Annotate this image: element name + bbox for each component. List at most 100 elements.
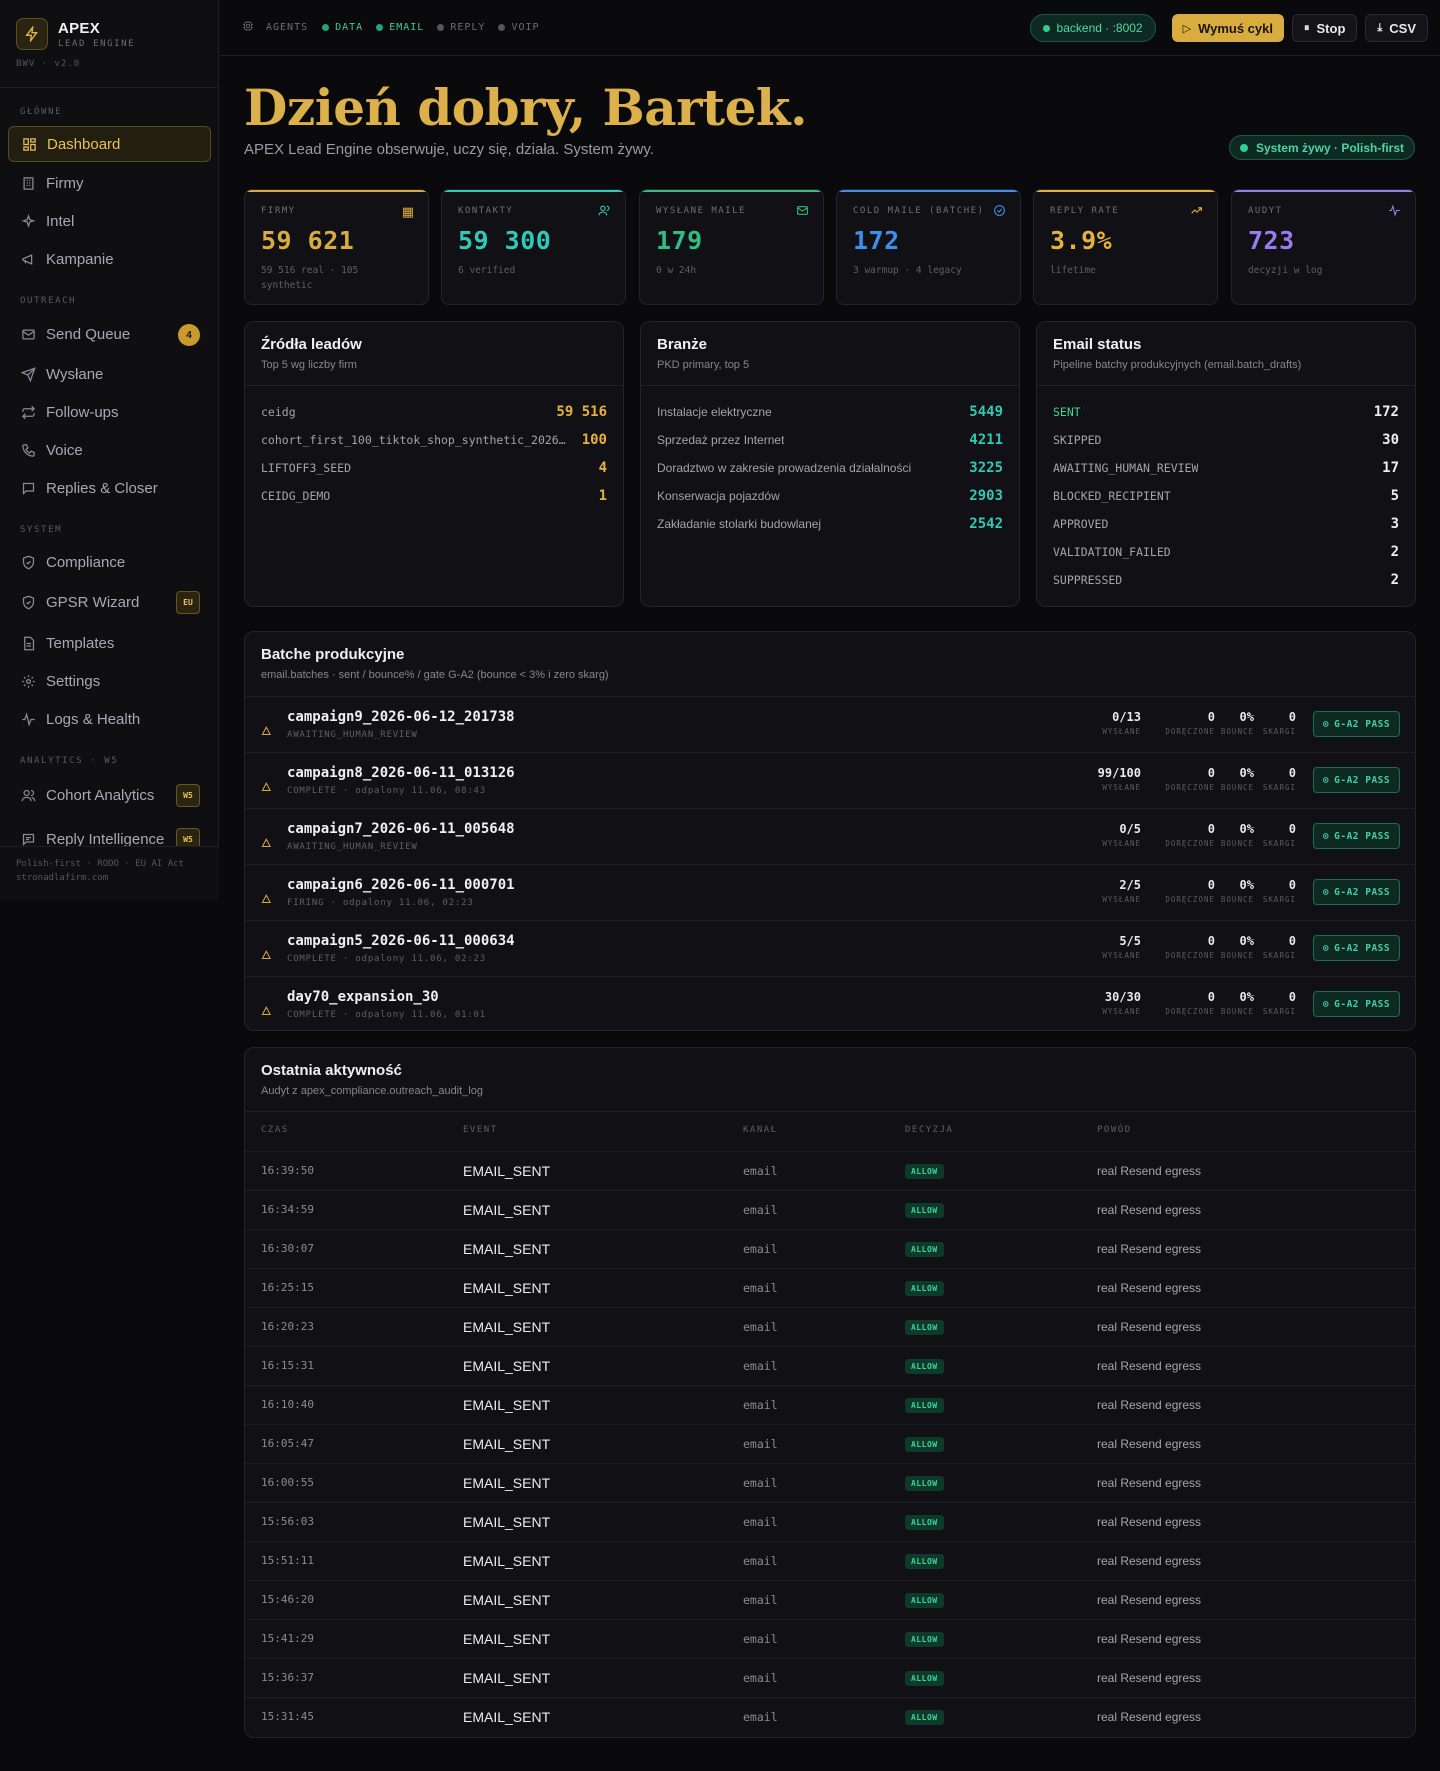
stat-bounce: 0% BOUNCE xyxy=(1220,766,1254,792)
table-row[interactable]: 🜂 campaign7_2026-06-11_005648 AWAITING_HUM… xyxy=(245,808,1415,864)
decision-badge: ALLOW xyxy=(905,1710,944,1725)
cell-reason: real Resend egress xyxy=(1097,1242,1202,1256)
table-row[interactable]: 🜂 day70_expansion_30 COMPLETE · odpalony 1… xyxy=(245,976,1415,1030)
stat-sent: 99/100 WYSŁANE xyxy=(1097,766,1141,792)
w5-tag: W5 xyxy=(176,784,200,807)
table-row: 15:51:11 EMAIL_SENT email ALLOW real Resend … xyxy=(245,1541,1415,1580)
agent-reply-status: REPLY xyxy=(437,22,485,33)
table-row[interactable]: 🜂 campaign6_2026-06-11_000701 FIRING · odp… xyxy=(245,864,1415,920)
list-item: SUPPRESSED 2 xyxy=(1053,572,1399,588)
decision-badge: ALLOW xyxy=(905,1164,944,1179)
kpi-value: 3.9% xyxy=(1050,226,1113,255)
cell-event: EMAIL_SENT xyxy=(463,1592,551,1608)
megaphone-icon xyxy=(20,251,36,267)
stat-delivered: 0 DORĘCZONE xyxy=(1165,934,1215,960)
decision-badge: ALLOW xyxy=(905,1242,944,1257)
table-row[interactable]: 🜂 campaign8_2026-06-11_013126 COMPLETE · o… xyxy=(245,752,1415,808)
sidebar-item-gpsr-wizard[interactable]: GPSR Wizard EU xyxy=(8,584,211,620)
cell-reason: real Resend egress xyxy=(1097,1398,1202,1412)
topbar: AGENTS DATA EMAIL REPLY VOIP backend · :… xyxy=(220,0,1440,56)
page-subtitle: APEX Lead Engine obserwuje, uczy się, dz… xyxy=(244,141,654,158)
sidebar-item-kampanie[interactable]: Kampanie xyxy=(8,241,211,277)
sidebar-item-wyslane[interactable]: Wysłane xyxy=(8,356,211,392)
table-row: 16:20:23 EMAIL_SENT email ALLOW real Resend … xyxy=(245,1307,1415,1346)
building-icon xyxy=(20,175,36,191)
building-icon: ▦ xyxy=(401,204,414,219)
sidebar-item-label: Follow-ups xyxy=(46,403,119,421)
sidebar-item-compliance[interactable]: Compliance xyxy=(8,544,211,580)
sidebar-item-templates[interactable]: Templates xyxy=(8,625,211,661)
system-live-badge: System żywy · Polish-first xyxy=(1228,135,1415,160)
decision-badge: ALLOW xyxy=(905,1281,944,1296)
sidebar-item-firmy[interactable]: Firmy xyxy=(8,165,211,201)
pulse-icon xyxy=(20,711,36,727)
agents-status: AGENTS DATA EMAIL REPLY VOIP xyxy=(242,20,553,35)
stat-delivered: 0 DORĘCZONE xyxy=(1165,822,1215,848)
sidebar-item-logs-health[interactable]: Logs & Health xyxy=(8,701,211,737)
table-row: 16:05:47 EMAIL_SENT email ALLOW real Resend … xyxy=(245,1424,1415,1463)
stop-button[interactable]: ⏸ Stop xyxy=(1292,14,1358,42)
check-circle-icon: ⊙ xyxy=(1322,830,1330,842)
table-row: 16:10:40 EMAIL_SENT email ALLOW real Resend … xyxy=(245,1385,1415,1424)
sidebar-item-send-queue[interactable]: Send Queue 4 xyxy=(8,316,211,352)
table-row: 15:36:37 EMAIL_SENT email ALLOW real Resend … xyxy=(245,1658,1415,1697)
sidebar-item-settings[interactable]: Settings xyxy=(8,663,211,699)
table-row[interactable]: 🜂 campaign9_2026-06-12_201738 AWAITING_HUM… xyxy=(245,696,1415,752)
kpi-card-cold-maile: COLD MAILE (BATCHE) 172 3 warmup · 4 leg… xyxy=(836,189,1021,305)
cell-reason: real Resend egress xyxy=(1097,1203,1202,1217)
sidebar-item-voice[interactable]: Voice xyxy=(8,432,211,468)
cell-reason: real Resend egress xyxy=(1097,1320,1202,1334)
flame-icon: 🜂 xyxy=(261,724,272,738)
cell-event: EMAIL_SENT xyxy=(463,1553,551,1569)
csv-export-button[interactable]: ⤓ CSV xyxy=(1365,14,1428,42)
panel-subtitle: Top 5 wg liczby firm xyxy=(261,359,357,371)
batch-status: AWAITING_HUMAN_REVIEW xyxy=(287,842,418,852)
nav-group-outreach: OUTREACH xyxy=(20,296,77,306)
sidebar-item-cohort-analytics[interactable]: Cohort Analytics W5 xyxy=(8,777,211,813)
cell-time: 15:46:20 xyxy=(261,1593,314,1606)
cell-time: 16:10:40 xyxy=(261,1398,314,1411)
agent-data-status: DATA xyxy=(322,22,363,33)
table-row[interactable]: 🜂 campaign5_2026-06-11_000634 COMPLETE · o… xyxy=(245,920,1415,976)
cell-channel: email xyxy=(743,1515,778,1529)
nav-group-main: GŁÓWNE xyxy=(20,107,63,117)
cell-channel: email xyxy=(743,1593,778,1607)
sidebar-item-label: Intel xyxy=(46,212,75,230)
sidebar-item-dashboard[interactable]: Dashboard xyxy=(8,126,211,162)
cell-time: 15:41:29 xyxy=(261,1632,314,1645)
sidebar-item-intel[interactable]: Intel xyxy=(8,203,211,239)
force-cycle-button[interactable]: ▷ Wymuś cykl xyxy=(1171,14,1284,42)
sidebar-item-follow-ups[interactable]: Follow-ups xyxy=(8,394,211,430)
cell-event: EMAIL_SENT xyxy=(463,1514,551,1530)
sidebar-item-label: Reply Intelligence xyxy=(46,830,165,848)
decision-badge: ALLOW xyxy=(905,1632,944,1647)
column-header-event: EVENT xyxy=(463,1125,498,1135)
industries-panel: Branże PKD primary, top 5 Instalacje ele… xyxy=(640,321,1020,607)
cell-time: 15:56:03 xyxy=(261,1515,314,1528)
column-header-time: CZAS xyxy=(261,1125,289,1135)
decision-badge: ALLOW xyxy=(905,1203,944,1218)
cell-time: 16:00:55 xyxy=(261,1476,314,1489)
list-item: ceidg 59 516 xyxy=(261,404,607,420)
table-row: 15:31:45 EMAIL_SENT email ALLOW real Resend … xyxy=(245,1697,1415,1736)
cell-reason: real Resend egress xyxy=(1097,1632,1202,1646)
sidebar-item-label: Kampanie xyxy=(46,250,114,268)
gate-status-badge: ⊙ G-A2 PASS xyxy=(1313,991,1400,1017)
sidebar-item-label: GPSR Wizard xyxy=(46,593,140,611)
shield-icon xyxy=(20,554,36,570)
sidebar-item-replies-closer[interactable]: Replies & Closer xyxy=(8,470,211,506)
cell-reason: real Resend egress xyxy=(1097,1359,1202,1373)
list-item: APPROVED 3 xyxy=(1053,516,1399,532)
batch-status: AWAITING_HUMAN_REVIEW xyxy=(287,730,418,740)
cell-channel: email xyxy=(743,1320,778,1334)
send-queue-count-badge: 4 xyxy=(178,324,200,346)
kpi-value: 179 xyxy=(656,226,703,255)
stat-sent: 0/13 WYSŁANE xyxy=(1102,710,1141,736)
users-icon xyxy=(598,204,611,220)
footer-domain: stronadlafirm.com xyxy=(16,873,109,883)
agents-label: AGENTS xyxy=(266,22,309,33)
cell-time: 16:15:31 xyxy=(261,1359,314,1372)
decision-badge: ALLOW xyxy=(905,1593,944,1608)
play-icon: ▷ xyxy=(1182,22,1192,35)
list-item: cohort_first_100_tiktok_shop_synthetic_2… xyxy=(261,432,607,448)
